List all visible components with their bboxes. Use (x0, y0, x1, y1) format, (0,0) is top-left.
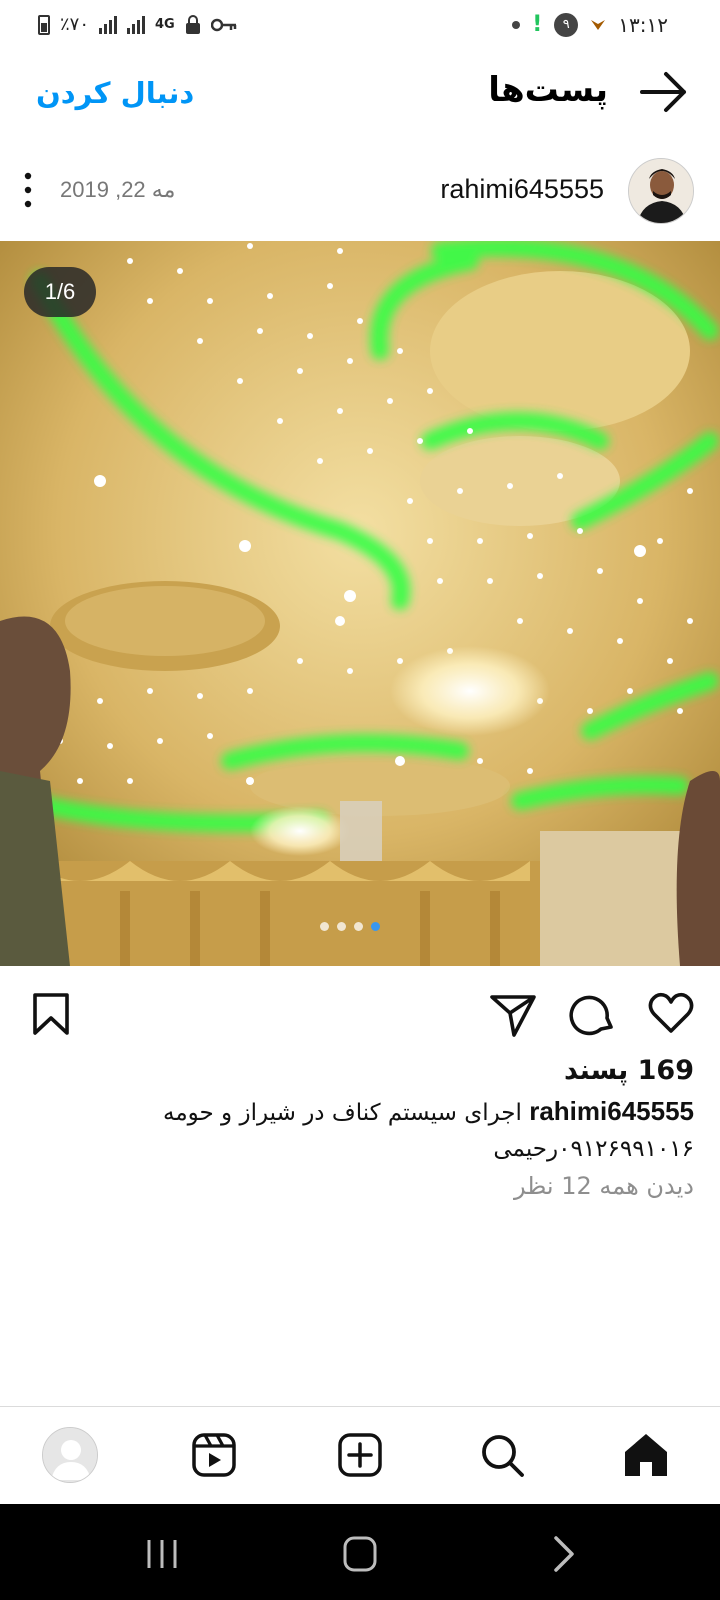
battery-text: ٪۷۰ (60, 14, 90, 35)
post-username[interactable]: rahimi645555 (440, 174, 604, 205)
status-bar: ٪۷۰ 4G ! ۹ ۱۳:۱۲ (0, 0, 720, 52)
lock-icon (185, 14, 200, 34)
add-post-icon (338, 1433, 382, 1477)
post-actions (0, 985, 720, 1045)
reels-tab[interactable] (184, 1425, 244, 1485)
add-post-tab[interactable] (330, 1425, 390, 1485)
carousel-dot (337, 922, 346, 931)
post-image[interactable]: 1/6 (0, 241, 720, 966)
bottom-nav (0, 1406, 720, 1502)
likes-count[interactable]: 169 پسند (564, 1055, 694, 1086)
default-user-icon (43, 1428, 97, 1482)
status-left: ٪۷۰ 4G (38, 14, 237, 35)
signal-icon-2 (127, 15, 146, 34)
follow-button[interactable]: دنبال کردن (36, 76, 194, 110)
arrow-right-icon[interactable] (638, 70, 690, 114)
search-icon (482, 1435, 524, 1477)
page-title: پست‌ها (488, 70, 608, 110)
post-header: rahimi645555 مه 22, 2019 (0, 150, 720, 234)
status-right: ! ۹ ۱۳:۱۲ (512, 12, 668, 37)
image-counter: 1/6 (24, 267, 96, 317)
caption-phone: ۰۹۱۲۶۹۹۱۰۱۶رحیمی (493, 1136, 694, 1162)
user-avatar[interactable] (628, 158, 694, 224)
system-nav-bar (0, 1504, 720, 1600)
caption-username[interactable]: rahimi645555 (529, 1096, 694, 1126)
carousel-dot (371, 922, 380, 931)
home-tab[interactable] (616, 1425, 676, 1485)
alert-icon: ! (532, 12, 543, 37)
recent-apps-icon[interactable] (137, 1532, 187, 1576)
home-button-icon[interactable] (335, 1532, 385, 1576)
reels-icon (192, 1433, 236, 1477)
signal-icon (99, 15, 118, 34)
key-icon (210, 18, 236, 31)
bookmark-icon[interactable] (26, 989, 76, 1039)
back-button-icon[interactable] (540, 1532, 590, 1576)
home-icon (625, 1434, 667, 1476)
avatar-image (629, 159, 693, 223)
notification-dot-icon (512, 20, 521, 29)
post-caption: rahimi645555 اجرای سیستم کناف در شیراز و… (14, 1093, 694, 1167)
battery-icon (38, 14, 50, 35)
profile-tab[interactable] (40, 1425, 100, 1485)
carousel-dot (320, 922, 329, 931)
app-notification-icon (591, 19, 606, 30)
view-comments-link[interactable]: دیدن همه 12 نظر (514, 1172, 694, 1200)
send-icon[interactable] (488, 989, 538, 1039)
carousel-dot (354, 922, 363, 931)
clock: ۱۳:۱۲ (618, 12, 668, 37)
profile-avatar (42, 1427, 98, 1483)
comment-icon[interactable] (567, 989, 617, 1039)
ceiling-photo (0, 241, 720, 966)
post-date: مه 22, 2019 (60, 177, 176, 202)
heart-icon[interactable] (646, 989, 696, 1039)
caption-text: اجرای سیستم کناف در شیراز و حومه (163, 1100, 522, 1126)
carousel-indicator (320, 922, 380, 931)
top-bar: دنبال کردن پست‌ها (0, 60, 720, 124)
notification-count-badge: ۹ (554, 12, 579, 37)
search-tab[interactable] (472, 1425, 532, 1485)
more-vertical-icon[interactable] (18, 170, 38, 210)
network-type: 4G (155, 17, 175, 32)
